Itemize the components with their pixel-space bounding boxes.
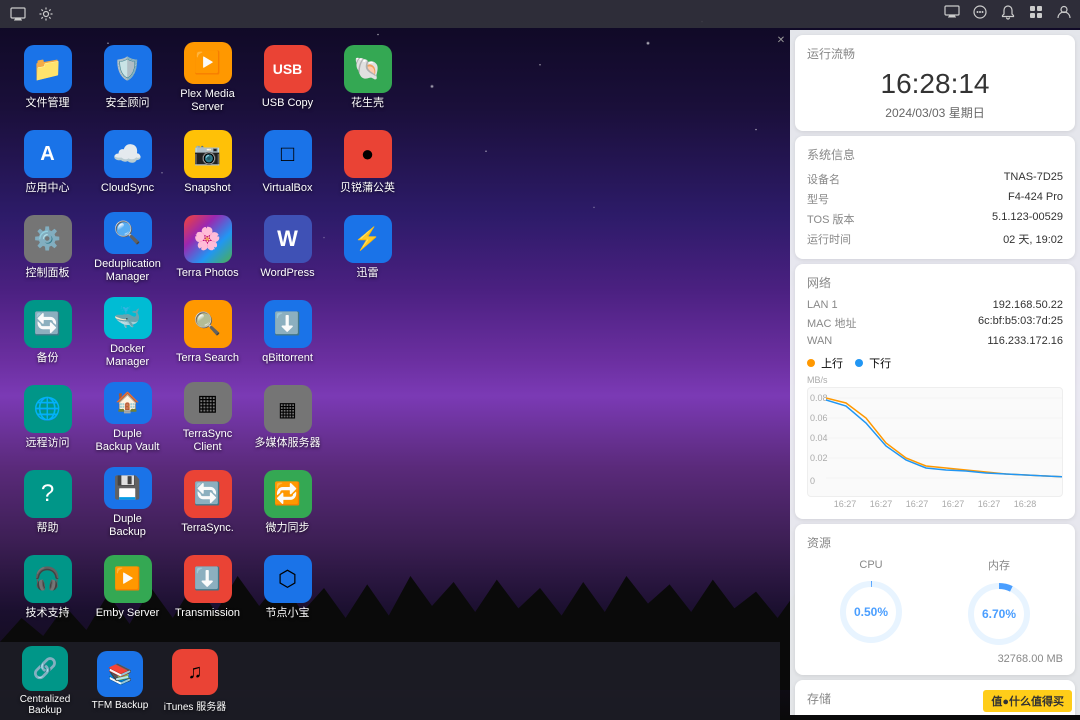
icon-duple-backup-vault[interactable]: 🏠 Duple Backup Vault xyxy=(90,378,165,458)
widget-close-button[interactable]: ✕ xyxy=(774,33,788,47)
icon-tech-support[interactable]: 🎧 技术支持 xyxy=(10,548,85,628)
icon-weixin-sync[interactable]: 🔁 微力同步 xyxy=(250,463,325,543)
clock-widget: 运行流畅 16:28:14 2024/03/03 星期日 xyxy=(795,35,1075,131)
icon-jiedian[interactable]: ⬡ 节点小宝 xyxy=(250,548,325,628)
system-row-2: TOS 版本 5.1.123-00529 xyxy=(807,209,1063,229)
icon-beili[interactable]: ● 贝锐蒲公英 xyxy=(330,123,405,203)
clock-time: 16:28:14 xyxy=(807,68,1063,100)
icon-terra-search[interactable]: 🔍 Terra Search xyxy=(170,293,245,373)
widget-panel: 运行流畅 16:28:14 2024/03/03 星期日 系统信息 设备名 TN… xyxy=(790,30,1080,715)
icon-media-server[interactable]: ▦ 多媒体服务器 xyxy=(250,378,325,458)
icon-file-manager[interactable]: 📁 文件管理 xyxy=(10,38,85,118)
taskbar-display-icon[interactable] xyxy=(8,4,28,24)
icon-app-center[interactable]: A 应用中心 xyxy=(10,123,85,203)
icon-terrasync-client[interactable]: ▦ TerraSync Client xyxy=(170,378,245,458)
resources-grid: CPU 0.50% 内存 6.70% xyxy=(807,557,1063,649)
chart-unit: MB/s xyxy=(807,375,1063,385)
taskbar-chat-icon[interactable] xyxy=(972,4,988,25)
icon-wordpress[interactable]: W WordPress xyxy=(250,208,325,288)
icon-backup[interactable]: 🔄 备份 xyxy=(10,293,85,373)
network-row-0: LAN 1 192.168.50.22 xyxy=(807,297,1063,313)
icon-control-panel[interactable]: ⚙️ 控制面板 xyxy=(10,208,85,288)
cpu-progress: 0.50% xyxy=(836,577,906,647)
dock: 🔗 Centralized Backup 📚 TFM Backup ♫ iTun… xyxy=(0,642,780,720)
network-chart: 0.08 0.06 0.04 0.02 0 xyxy=(807,387,1063,497)
icon-qbittorrent[interactable]: ⬇️ qBittorrent xyxy=(250,293,325,373)
network-title: 网络 xyxy=(807,274,1063,291)
memory-total: 32768.00 MB xyxy=(807,653,1063,665)
dock-itunes[interactable]: ♫ iTunes 服务器 xyxy=(160,646,230,716)
resources-title: 资源 xyxy=(807,534,1063,551)
icon-plex-media[interactable]: ▶️ Plex Media Server xyxy=(170,38,245,118)
icon-help[interactable]: ? 帮助 xyxy=(10,463,85,543)
watermark: 值●什么值得买 xyxy=(983,690,1072,712)
network-row-1: MAC 地址 6c:bf:b5:03:7d:25 xyxy=(807,313,1063,333)
network-row-2: WAN 116.233.172.16 xyxy=(807,333,1063,349)
icon-terra-photos[interactable]: 🌸 Terra Photos xyxy=(170,208,245,288)
icon-remote-access[interactable]: 🌐 远程访问 xyxy=(10,378,85,458)
system-row-3: 运行时间 02 天, 19:02 xyxy=(807,229,1063,249)
dock-centralized-backup[interactable]: 🔗 Centralized Backup xyxy=(10,646,80,716)
icon-duple-backup[interactable]: 💾 Duple Backup xyxy=(90,463,165,543)
icon-docker-manager[interactable]: 🐳 Docker Manager xyxy=(90,293,165,373)
system-title: 系统信息 xyxy=(807,146,1063,163)
taskbar-right xyxy=(780,0,1080,28)
icon-virtualbox[interactable]: □ VirtualBox xyxy=(250,123,325,203)
icon-usb-copy[interactable]: USB USB Copy xyxy=(250,38,325,118)
taskbar-user-icon[interactable] xyxy=(1056,4,1072,25)
clock-title: 运行流畅 xyxy=(807,45,1063,62)
network-legend: 上行 下行 xyxy=(807,355,1063,371)
icons-area: 📁 文件管理 A 应用中心 ⚙️ 控制面板 🔄 备份 🌐 远程访问 ? 帮助 🎧… xyxy=(0,28,780,640)
icon-snapshot[interactable]: 📷 Snapshot xyxy=(170,123,245,203)
icon-xunlei[interactable]: ⚡ 迅雷 xyxy=(330,208,405,288)
clock-date: 2024/03/03 星期日 xyxy=(807,104,1063,121)
taskbar-bell-icon[interactable] xyxy=(1000,4,1016,25)
resources-widget: 资源 CPU 0.50% 内存 xyxy=(795,524,1075,675)
system-info-widget: 系统信息 设备名 TNAS-7D25 型号 F4-424 Pro TOS 版本 … xyxy=(795,136,1075,259)
taskbar-settings-icon[interactable] xyxy=(36,4,56,24)
download-legend: 下行 xyxy=(869,358,891,370)
icon-deduplication[interactable]: 🔍 Deduplication Manager xyxy=(90,208,165,288)
system-row-1: 型号 F4-424 Pro xyxy=(807,189,1063,209)
network-widget: 网络 LAN 1 192.168.50.22 MAC 地址 6c:bf:b5:0… xyxy=(795,264,1075,519)
storage-info: 卷 1 正常 已用空间 609.35 GB 可用空间 3.03 TB xyxy=(807,714,1008,716)
dock-tfm-backup[interactable]: 📚 TFM Backup xyxy=(85,646,155,716)
upload-legend: 上行 xyxy=(821,358,843,370)
system-row-0: 设备名 TNAS-7D25 xyxy=(807,169,1063,189)
memory-resource: 内存 6.70% xyxy=(964,557,1034,649)
cpu-resource: CPU 0.50% xyxy=(836,559,906,647)
memory-progress: 6.70% xyxy=(964,579,1034,649)
icon-emby-server[interactable]: ▶️ Emby Server xyxy=(90,548,165,628)
icon-cloudsync[interactable]: ☁️ CloudSync xyxy=(90,123,165,203)
chart-x-labels: 16:2716:2716:2716:2716:2716:28 xyxy=(807,499,1063,509)
taskbar-monitor-icon[interactable] xyxy=(944,4,960,25)
storage-row: 卷 1 正常 已用空间 609.35 GB 可用空间 3.03 TB 16% xyxy=(807,713,1063,715)
storage-circle: 16% xyxy=(1008,713,1063,715)
icon-security[interactable]: 🛡️ 安全顾问 xyxy=(90,38,165,118)
icon-transmission[interactable]: ⬇️ Transmission xyxy=(170,548,245,628)
icon-huashenke[interactable]: 🐚 花生壳 xyxy=(330,38,405,118)
taskbar xyxy=(0,0,780,28)
taskbar-grid-icon[interactable] xyxy=(1028,4,1044,25)
icon-terrasync[interactable]: 🔄 TerraSync. xyxy=(170,463,245,543)
